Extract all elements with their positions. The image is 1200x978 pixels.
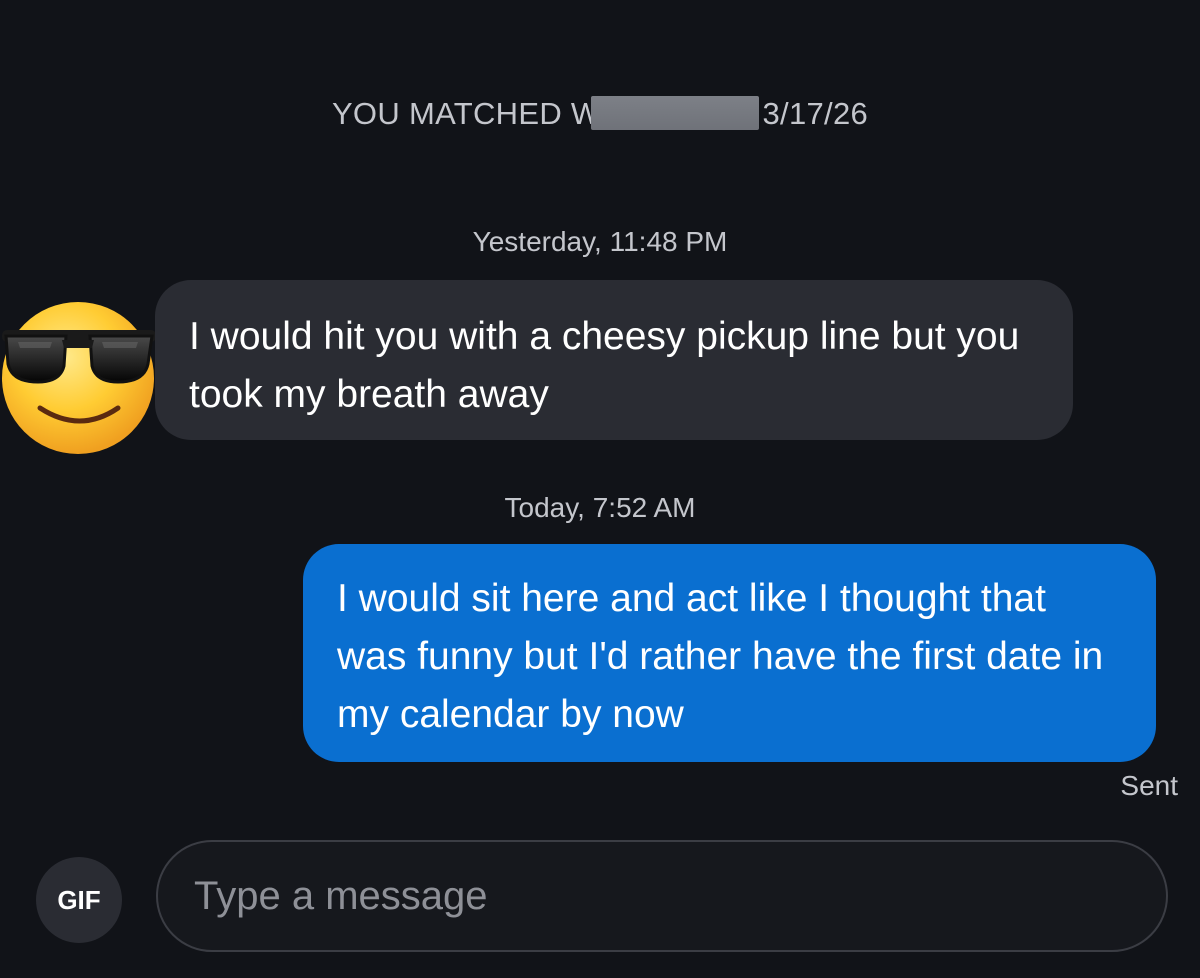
outgoing-message-bubble[interactable]: I would sit here and act like I thought … [303,544,1156,762]
incoming-message-bubble[interactable]: I would hit you with a cheesy pickup lin… [155,280,1073,440]
message-input[interactable] [192,872,1132,920]
message-timestamp: Today, 7:52 AM [504,492,696,523]
smiling-face-with-sunglasses-icon[interactable] [0,296,158,458]
match-prefix: YOU MATCHED W [331,96,601,131]
match-banner: YOU MATCHED W 3/17/26 [0,96,1200,132]
message-timestamp: Yesterday, 11:48 PM [472,226,728,257]
sent-status: Sent [1120,770,1178,801]
gif-button[interactable]: GIF [36,857,122,943]
match-date: 3/17/26 [762,96,869,131]
chat-screen: YOU MATCHED W 3/17/26 Yesterday, 11:48 PM [0,0,1200,978]
message-input-container[interactable] [156,840,1168,952]
redacted-name [590,96,759,130]
